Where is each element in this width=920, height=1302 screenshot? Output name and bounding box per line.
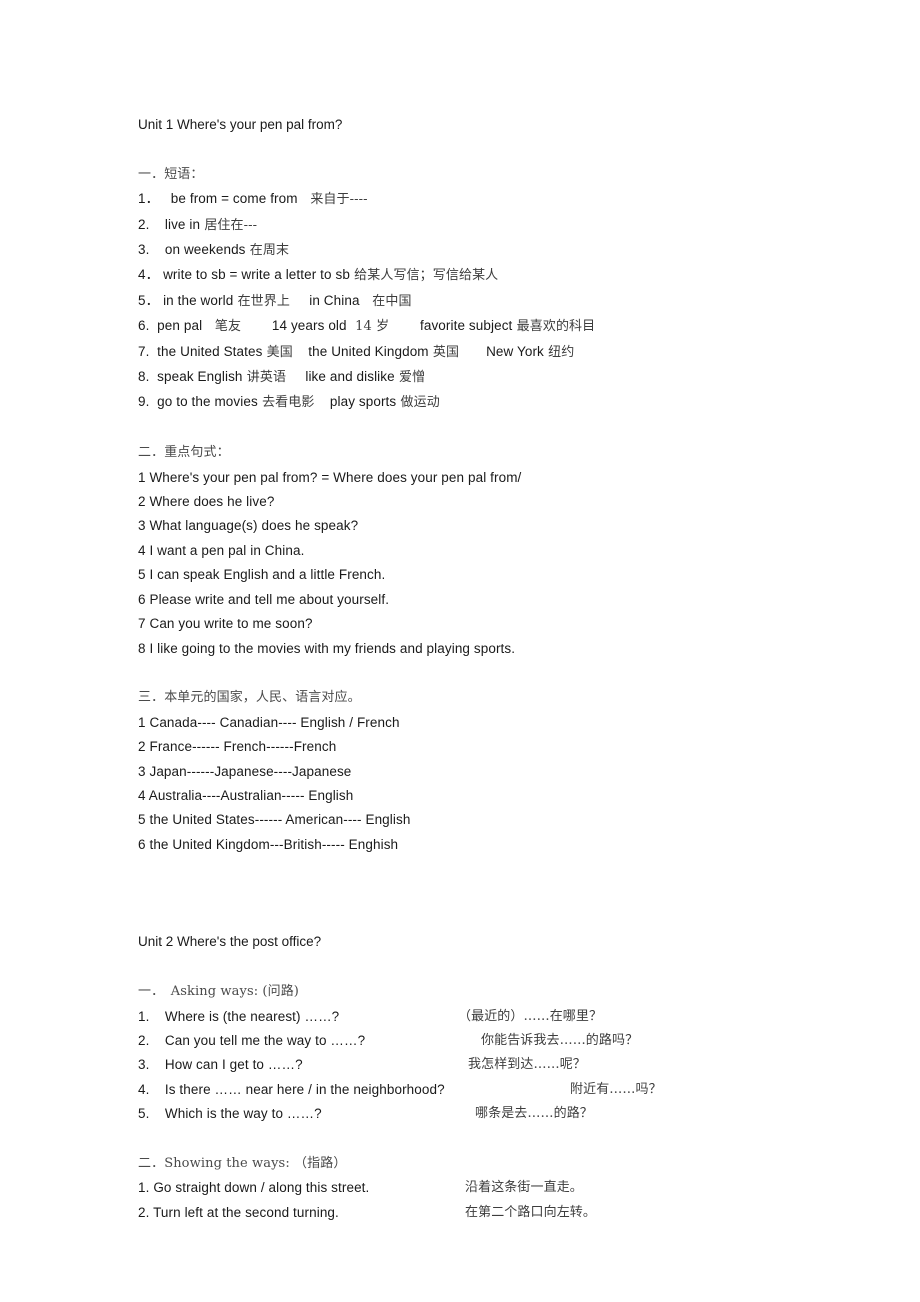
list-item: 9. go to the movies 去看电影 play sports 做运动	[138, 394, 440, 411]
list-item: 4． write to sb = write a letter to sb 给某…	[138, 267, 499, 284]
document-content: Unit 1 Where's your pen pal from? 一．短语： …	[138, 113, 838, 1225]
list-item: 2. Can you tell me the way to ……? 你能告诉我去……	[138, 1029, 838, 1053]
list-item: 3. on weekends 在周末	[138, 242, 290, 259]
list-item: 1. Where is (the nearest) ……? （最近的）……在哪里？	[138, 1005, 838, 1029]
list-item: 1 Canada---- Canadian---- English / Fren…	[138, 714, 400, 730]
section-heading: 二．Showing the ways: （指路）	[138, 1155, 347, 1171]
list-item: 1. Go straight down / along this street.…	[138, 1176, 838, 1200]
list-item: 6 Please write and tell me about yoursel…	[138, 591, 390, 607]
document-page: Unit 1 Where's your pen pal from? 一．短语： …	[0, 0, 920, 1302]
list-item: 7. the United States 美国 the United Kingd…	[138, 343, 575, 360]
list-item: 6. pen pal 笔友 14 years old 14 岁 favorite…	[138, 318, 596, 335]
list-item: 1． be from = come from 来自于----	[138, 191, 368, 208]
list-item: 2. live in 居住在---	[138, 216, 258, 233]
list-item: 1 Where's your pen pal from? = Where doe…	[138, 469, 522, 485]
list-item: 5. Which is the way to ……? 哪条是去……的路？	[138, 1102, 838, 1126]
translation: 哪条是去……的路？	[475, 1106, 593, 1122]
translation: 附近有……吗？	[570, 1081, 662, 1097]
translation: 沿着这条街一直走。	[465, 1180, 583, 1196]
list-item: 4 Australia----Australian----- English	[138, 787, 354, 803]
list-item: 2 Where does he live?	[138, 494, 275, 510]
translation: 我怎样到达……呢？	[468, 1057, 586, 1073]
list-item: 6 the United Kingdom---British----- Engh…	[138, 836, 399, 852]
list-item: 4. Is there …… near here / in the neighb…	[138, 1078, 838, 1102]
list-item: 8. speak English 讲英语 like and dislike 爱憎	[138, 369, 426, 386]
unit-title: Unit 2 Where's the post office?	[138, 934, 322, 950]
section-heading: 一． Asking ways: (问路)	[138, 984, 299, 1000]
translation: 你能告诉我去……的路吗？	[481, 1032, 639, 1048]
list-item: 7 Can you write to me soon?	[138, 616, 313, 632]
list-item: 3 Japan------Japanese----Japanese	[138, 763, 352, 779]
section-heading: 一．短语：	[138, 166, 204, 182]
section-heading: 二．重点句式：	[138, 445, 230, 461]
list-item: 4 I want a pen pal in China.	[138, 542, 305, 558]
translation: （最近的）……在哪里？	[458, 1008, 603, 1024]
list-item: 5． in the world 在世界上 in China 在中国	[138, 292, 412, 309]
unit-title: Unit 1 Where's your pen pal from?	[138, 117, 343, 132]
translation: 在第二个路口向左转。	[465, 1204, 597, 1220]
list-item: 3. How can I get to ……? 我怎样到达……呢？	[138, 1053, 838, 1077]
list-item: 8 I like going to the movies with my fri…	[138, 640, 516, 656]
list-item: 2 France------ French------French	[138, 739, 337, 755]
list-item: 5 I can speak English and a little Frenc…	[138, 567, 386, 583]
list-item: 3 What language(s) does he speak?	[138, 518, 359, 534]
list-item: 5 the United States------ American---- E…	[138, 812, 411, 828]
list-item: 2. Turn left at the second turning. 在第二个路…	[138, 1201, 838, 1225]
section-heading: 三．本单元的国家，人民、语言对应。	[138, 690, 361, 706]
